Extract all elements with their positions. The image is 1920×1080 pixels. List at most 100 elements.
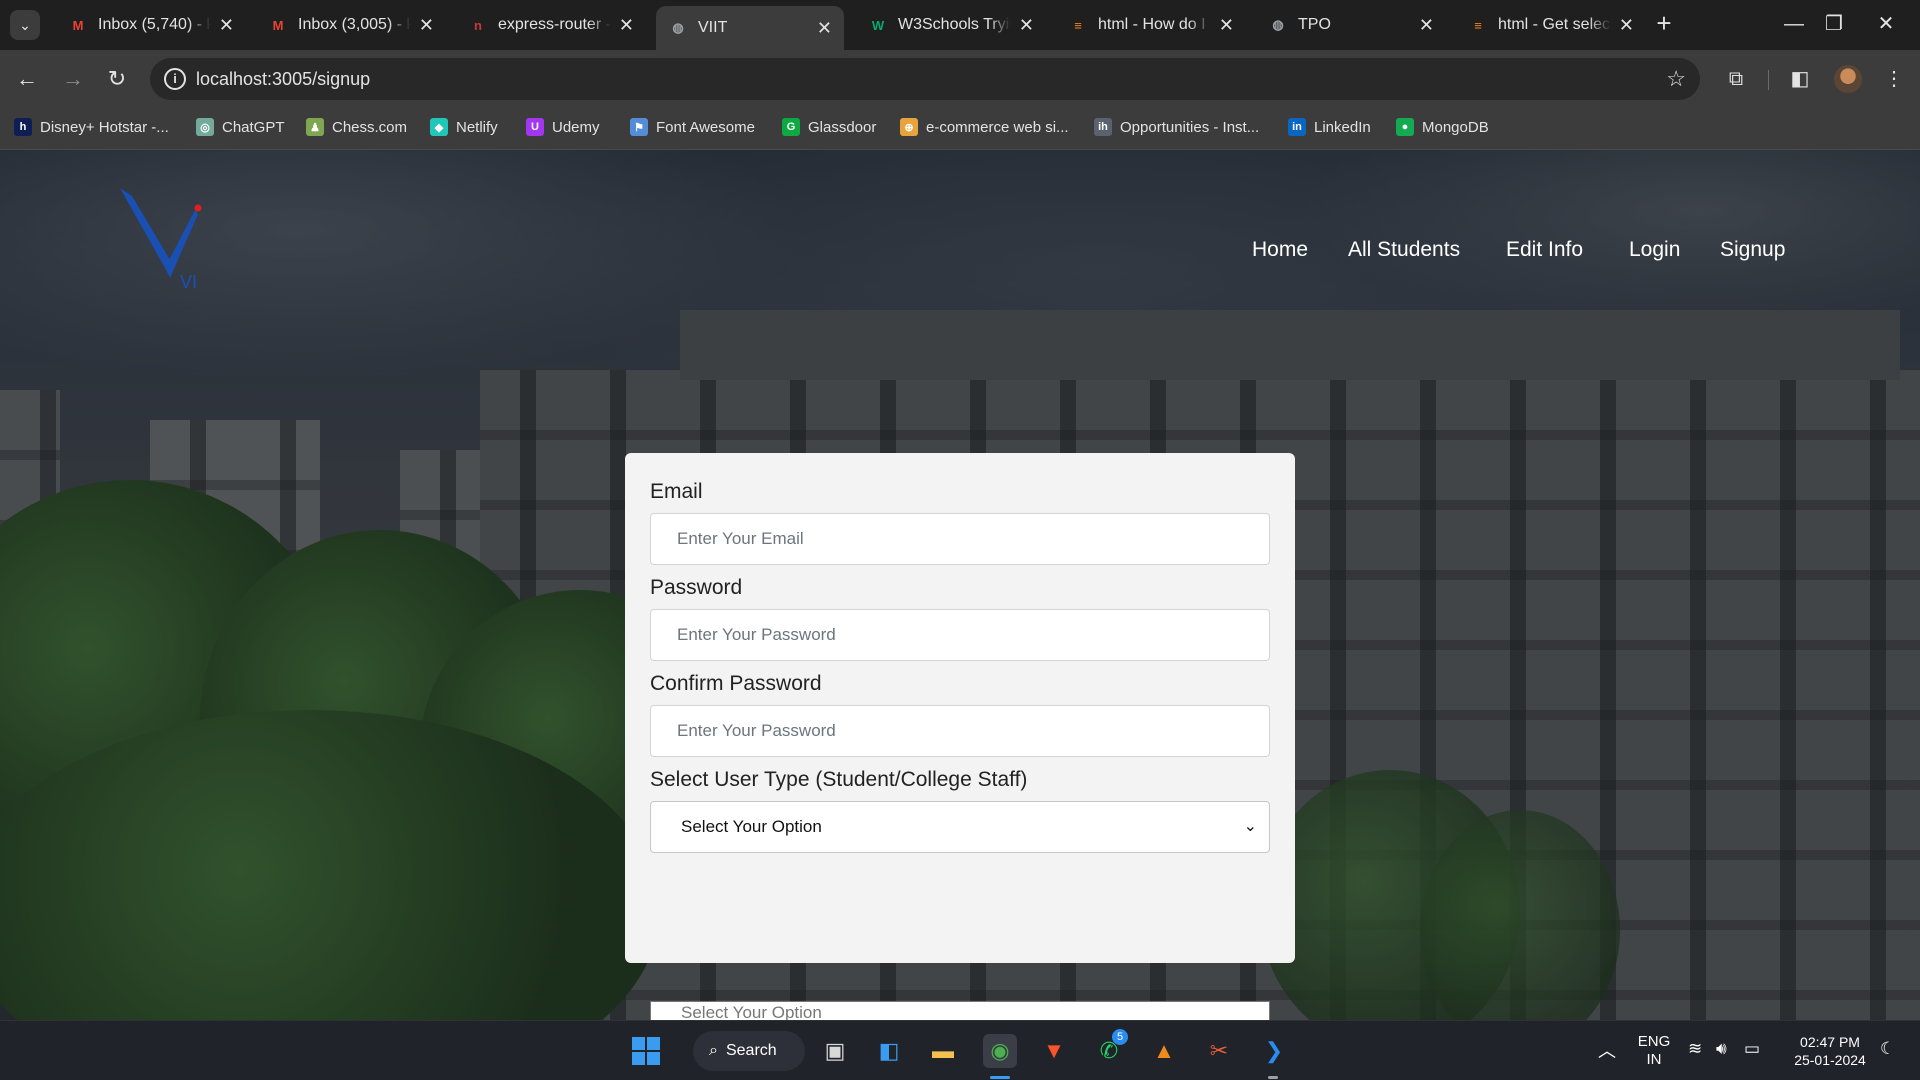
tab-close-icon[interactable]: ✕ — [1219, 15, 1234, 36]
bookmark-label: ChatGPT — [222, 118, 285, 136]
minimize-icon: — — [1784, 13, 1804, 35]
tab-close-icon[interactable]: ✕ — [1419, 15, 1434, 36]
bookmark-item[interactable]: ◎ ChatGPT — [196, 118, 285, 136]
bookmark-item[interactable]: ● MongoDB — [1396, 118, 1489, 136]
browser-tab[interactable]: ◍ VIIT ✕ — [656, 6, 844, 50]
bookmark-item[interactable]: U Udemy — [526, 118, 600, 136]
password-input[interactable] — [650, 609, 1270, 661]
browser-tab[interactable]: ≡ html - Get select ✕ — [1456, 6, 1646, 44]
browser-tab[interactable]: W W3Schools Tryit ✕ — [856, 6, 1046, 44]
npm-icon: n — [474, 17, 482, 33]
forward-button[interactable]: → — [58, 64, 88, 94]
tab-close-icon[interactable]: ✕ — [817, 18, 832, 39]
browser-toolbar: ← → ↻ i localhost:3005/signup ☆ ⧉ ◧ ⋮ — [0, 50, 1920, 108]
password-label: Password — [650, 576, 743, 599]
clock-date: 25-01-2024 — [1794, 1052, 1866, 1068]
confirm-password-input[interactable] — [650, 705, 1270, 757]
nav-link-edit-info[interactable]: Edit Info — [1506, 238, 1583, 262]
email-input[interactable] — [650, 513, 1270, 565]
reload-button[interactable]: ↻ — [102, 64, 132, 94]
bookmark-item[interactable]: in LinkedIn — [1288, 118, 1371, 136]
chevron-down-icon: ⌄ — [19, 16, 31, 33]
signup-card: Email Password Confirm Password Select U… — [625, 453, 1295, 1020]
site-logo[interactable]: VI — [110, 188, 210, 288]
restore-icon: ❐ — [1825, 13, 1843, 35]
clock-time: 02:47 PM — [1800, 1034, 1860, 1050]
minimize-button[interactable]: — — [1774, 8, 1814, 40]
language-top: ENG — [1637, 1033, 1671, 1050]
bookmark-item[interactable]: ◆ Netlify — [430, 118, 498, 136]
show-hidden-icons[interactable]: ︿ — [1598, 1037, 1616, 1063]
task-view-icon[interactable]: ▣ — [818, 1034, 852, 1068]
bookmark-item[interactable]: h Disney+ Hotstar -... — [14, 118, 169, 136]
tab-title: Inbox (5,740) - k — [98, 16, 211, 33]
bookmark-label: Font Awesome — [656, 118, 755, 136]
tab-close-icon[interactable]: ✕ — [219, 15, 234, 36]
brave-icon[interactable]: ▼ — [1037, 1034, 1071, 1068]
vscode-icon[interactable]: ❯ — [1257, 1034, 1291, 1068]
bookmark-label: Disney+ Hotstar -... — [40, 118, 169, 136]
tab-search-button[interactable]: ⌄ — [10, 10, 40, 40]
nav-link-signup[interactable]: Signup — [1720, 238, 1785, 262]
user-type-dropdown[interactable]: Select Your OptionStudentCollege Staff — [650, 1001, 1270, 1020]
start-button[interactable] — [629, 1034, 663, 1068]
bookmark-item[interactable]: ih Opportunities - Inst... — [1094, 118, 1259, 136]
browser-tab[interactable]: n express-router - ✕ — [456, 6, 646, 44]
address-bar-url[interactable]: localhost:3005/signup — [196, 69, 370, 90]
close-window-button[interactable]: ✕ — [1866, 8, 1906, 40]
bookmark-item[interactable]: ♟ Chess.com — [306, 118, 407, 136]
bookmark-item[interactable]: ⚑ Font Awesome — [630, 118, 755, 136]
site-info-icon[interactable]: i — [164, 68, 186, 90]
bookmark-item[interactable]: G Glassdoor — [782, 118, 876, 136]
user-type-option[interactable]: Select Your Option — [651, 1002, 1269, 1020]
cart-icon: ⊕ — [900, 118, 918, 136]
file-explorer-icon[interactable]: ▬ — [926, 1034, 960, 1068]
bookmark-label: e-commerce web si... — [926, 118, 1069, 136]
bookmark-label: Chess.com — [332, 118, 408, 136]
chess-icon: ♟ — [306, 118, 324, 136]
reload-icon: ↻ — [107, 66, 127, 91]
widgets-icon[interactable]: ◧ — [872, 1034, 906, 1068]
tab-close-icon[interactable]: ✕ — [1019, 15, 1034, 36]
bookmark-star-icon[interactable]: ☆ — [1666, 66, 1686, 92]
volume-icon[interactable]: 🔊︎ — [1716, 1039, 1727, 1059]
browser-tab[interactable]: ◍ TPO ✕ — [1256, 6, 1446, 44]
restore-button[interactable]: ❐ — [1814, 8, 1854, 40]
extensions-icon[interactable]: ⧉ — [1722, 65, 1750, 93]
battery-icon[interactable]: ▭ — [1744, 1039, 1760, 1059]
bookmark-item[interactable]: ⊕ e-commerce web si... — [900, 118, 1069, 136]
gmail-icon: M — [72, 17, 84, 33]
address-bar[interactable]: i localhost:3005/signup ☆ — [150, 58, 1700, 100]
profile-avatar[interactable] — [1834, 65, 1862, 93]
browser-tab[interactable]: M Inbox (3,005) - k ✕ — [256, 6, 446, 44]
tab-title: W3Schools Tryit — [898, 16, 1011, 33]
clock[interactable]: 02:47 PM 25-01-2024 — [1780, 1033, 1880, 1069]
nav-link-login[interactable]: Login — [1629, 238, 1680, 262]
internshala-icon: ih — [1094, 118, 1112, 136]
browser-tab[interactable]: ≡ html - How do I ✕ — [1056, 6, 1246, 44]
wifi-icon[interactable]: ≋ — [1688, 1039, 1702, 1059]
language-indicator[interactable]: ENG IN — [1632, 1033, 1676, 1069]
nav-link-home[interactable]: Home — [1252, 238, 1308, 262]
tab-close-icon[interactable]: ✕ — [619, 15, 634, 36]
snipping-tool-icon[interactable]: ✂ — [1202, 1034, 1236, 1068]
tab-close-icon[interactable]: ✕ — [419, 15, 434, 36]
stackoverflow-icon: ≡ — [1474, 17, 1482, 33]
user-type-select[interactable]: Select Your Option ⌄ — [650, 801, 1270, 853]
browser-tab[interactable]: M Inbox (5,740) - k ✕ — [56, 6, 246, 44]
vlc-icon[interactable]: ▲ — [1147, 1034, 1181, 1068]
plus-icon: + — [1656, 8, 1672, 38]
new-tab-button[interactable]: + — [1650, 10, 1678, 38]
hotstar-icon: h — [14, 118, 32, 136]
taskbar-search[interactable]: ⌕ Search — [693, 1031, 805, 1071]
nav-link-all-students[interactable]: All Students — [1348, 238, 1460, 262]
mongodb-icon: ● — [1396, 118, 1414, 136]
back-button[interactable]: ← — [12, 64, 42, 94]
notifications-icon[interactable]: ☾ — [1880, 1039, 1895, 1059]
chrome-icon[interactable]: ◉ — [983, 1034, 1017, 1068]
side-panel-icon[interactable]: ◧ — [1786, 65, 1814, 93]
glassdoor-icon: G — [782, 118, 800, 136]
tab-close-icon[interactable]: ✕ — [1619, 15, 1634, 36]
chatgpt-icon: ◎ — [196, 118, 214, 136]
menu-kebab-icon[interactable]: ⋮ — [1880, 65, 1908, 93]
